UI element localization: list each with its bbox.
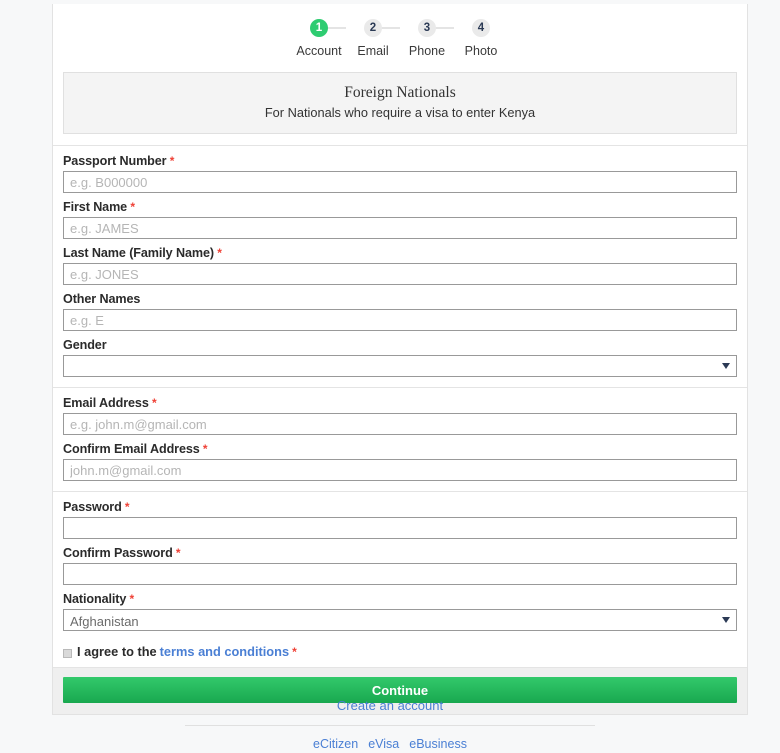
step-number-badge: 2 xyxy=(364,19,382,37)
required-asterisk: * xyxy=(121,500,130,514)
step-photo[interactable]: 4 Photo xyxy=(427,18,508,58)
step-phone[interactable]: 3 Phone xyxy=(373,18,454,58)
footer-link-ebusiness[interactable]: eBusiness xyxy=(409,737,467,751)
field-confirm-email-address: Confirm Email Address * xyxy=(63,442,737,481)
form-section-credentials: Password * Confirm Password * Nationality … xyxy=(53,491,747,641)
field-last-name-family-name: Last Name (Family Name) * xyxy=(63,246,737,285)
footer-link-evisa[interactable]: eVisa xyxy=(368,737,399,751)
field-first-name: First Name * xyxy=(63,200,737,239)
label-passport-number: Passport Number * xyxy=(63,154,737,168)
label-text: Confirm Email Address xyxy=(63,442,200,456)
required-asterisk: * xyxy=(127,200,135,214)
page-footer: Create an account eCitizen eVisa eBusiness xyxy=(0,698,780,751)
field-other-names: Other Names xyxy=(63,292,737,331)
field-nationality: Nationality * Afghanistan xyxy=(63,592,737,631)
input-email-address[interactable] xyxy=(63,413,737,435)
required-asterisk: * xyxy=(172,546,181,560)
label-text: Nationality xyxy=(63,592,127,606)
form-section-identity: Passport Number *First Name *Last Name (… xyxy=(53,145,747,387)
chevron-down-icon xyxy=(722,363,730,369)
step-number-badge: 4 xyxy=(472,19,490,37)
input-confirm-password[interactable] xyxy=(63,563,737,585)
field-email-address: Email Address * xyxy=(63,396,737,435)
step-email[interactable]: 2 Email xyxy=(319,18,400,58)
label-first-name: First Name * xyxy=(63,200,737,214)
input-first-name[interactable] xyxy=(63,217,737,239)
footer-link-ecitizen[interactable]: eCitizen xyxy=(313,737,358,751)
label-text: Other Names xyxy=(63,292,141,306)
label-text: Email Address xyxy=(63,396,149,410)
create-an-account-link[interactable]: Create an account xyxy=(337,698,443,713)
selected-value xyxy=(64,356,736,358)
required-asterisk: * xyxy=(199,442,208,456)
input-confirm-email-address[interactable] xyxy=(63,459,737,481)
label-password: Password * xyxy=(63,500,737,514)
terms-checkbox[interactable] xyxy=(63,649,72,658)
label-nationality: Nationality * xyxy=(63,592,737,606)
footer-links: eCitizen eVisa eBusiness xyxy=(0,737,780,751)
required-asterisk: * xyxy=(148,396,157,410)
banner-subtitle: For Nationals who require a visa to ente… xyxy=(264,105,536,120)
terms-prefix-label: I agree to the xyxy=(77,644,157,659)
banner-title: Foreign Nationals xyxy=(344,84,456,101)
selected-value: Afghanistan xyxy=(70,614,139,629)
field-password: Password * xyxy=(63,500,737,539)
label-last-name-family-name: Last Name (Family Name) * xyxy=(63,246,737,260)
input-other-names[interactable] xyxy=(63,309,737,331)
registration-panel: 1 Account 2 Email 3 Phone 4 Photo Foreign Natio… xyxy=(52,4,748,715)
label-text: Last Name (Family Name) xyxy=(63,246,214,260)
input-passport-number[interactable] xyxy=(63,171,737,193)
input-last-name-family-name[interactable] xyxy=(63,263,737,285)
terms-and-conditions-link[interactable]: terms and conditions xyxy=(160,644,289,659)
label-text: Password xyxy=(63,500,122,514)
select-gender[interactable] xyxy=(63,355,737,377)
chevron-down-icon xyxy=(722,617,730,623)
footer-divider xyxy=(185,725,595,726)
label-email-address: Email Address * xyxy=(63,396,737,410)
field-confirm-password: Confirm Password * xyxy=(63,546,737,585)
progress-stepper: 1 Account 2 Email 3 Phone 4 Photo xyxy=(53,4,747,68)
step-marker: 4 xyxy=(427,18,508,38)
foreign-nationals-banner: Foreign Nationals For Nationals who requ… xyxy=(63,72,737,134)
terms-required-asterisk: * xyxy=(292,644,297,659)
step-label: Phone xyxy=(408,44,446,58)
step-account[interactable]: 1 Account xyxy=(292,18,346,58)
label-text: Confirm Password xyxy=(63,546,173,560)
step-label: Account xyxy=(296,44,342,58)
select-nationality[interactable]: Afghanistan xyxy=(63,609,737,631)
label-text: First Name xyxy=(63,200,128,214)
label-text: Passport Number xyxy=(63,154,167,168)
input-password[interactable] xyxy=(63,517,737,539)
required-asterisk: * xyxy=(166,154,175,168)
step-label: Photo xyxy=(464,44,498,58)
label-other-names: Other Names xyxy=(63,292,737,306)
required-asterisk: * xyxy=(126,592,135,606)
field-passport-number: Passport Number * xyxy=(63,154,737,193)
terms-row: I agree to the terms and conditions * xyxy=(53,641,747,667)
registration-page: 1 Account 2 Email 3 Phone 4 Photo Foreign Natio… xyxy=(0,0,780,753)
step-label: Email xyxy=(357,44,389,58)
label-confirm-email-address: Confirm Email Address * xyxy=(63,442,737,456)
label-gender: Gender xyxy=(63,338,737,352)
form-section-email: Email Address *Confirm Email Address * xyxy=(53,387,747,491)
field-gender: Gender xyxy=(63,338,737,377)
label-confirm-password: Confirm Password * xyxy=(63,546,737,560)
label-text: Gender xyxy=(63,338,107,352)
step-number-badge: 3 xyxy=(418,19,436,37)
step-number-badge: 1 xyxy=(310,19,328,37)
required-asterisk: * xyxy=(213,246,222,260)
